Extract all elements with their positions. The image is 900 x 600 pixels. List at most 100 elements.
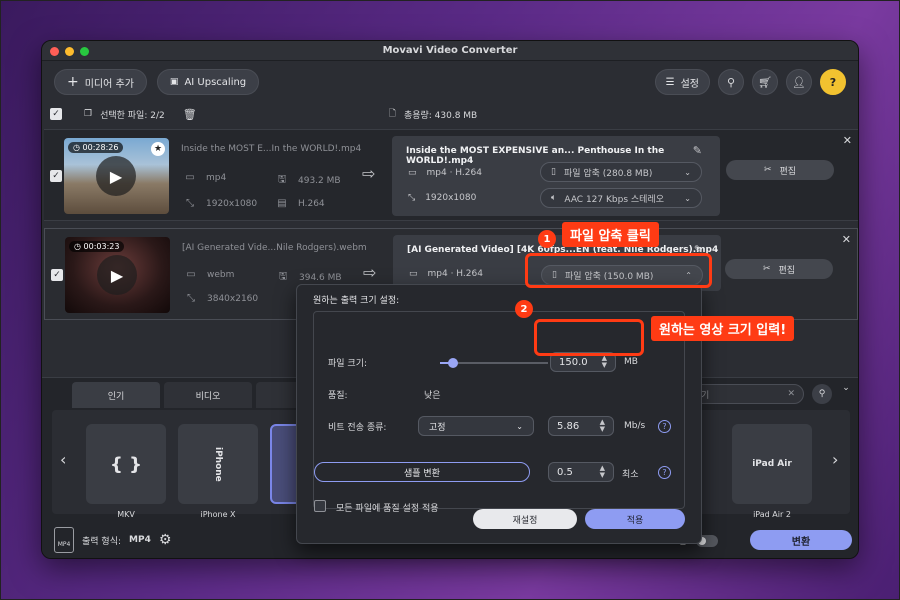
source-codec: ▤ H.264 — [276, 198, 324, 209]
video-thumbnail[interactable]: ◷ 00:28:26 ★ ▶ — [64, 138, 169, 214]
bitrate-unit: Mb/s — [624, 421, 646, 431]
minimize-window-button[interactable] — [65, 47, 74, 56]
stepper-icon[interactable]: ▲ ▼ — [600, 419, 605, 433]
step2-highlight — [534, 319, 644, 356]
compress-dropdown[interactable]: ▯ 파일 압축 (280.8 MB) ⌄ — [540, 162, 702, 182]
stepper-icon[interactable]: ▲ ▼ — [600, 465, 605, 479]
file-checkbox[interactable]: ✓ — [51, 269, 63, 281]
step2-badge: 2 — [515, 300, 533, 318]
play-icon[interactable]: ▶ — [97, 255, 137, 295]
window-title: Movavi Video Converter — [382, 45, 518, 56]
total-file-icon: 🗋︎ — [388, 109, 396, 119]
source-resolution: ⤡ 3840x2160 — [185, 293, 258, 304]
edit-button[interactable]: ✂ 편집 — [725, 259, 833, 279]
gear-icon[interactable]: ⚙ — [159, 532, 172, 548]
tab-popular[interactable]: 인기 — [72, 382, 160, 408]
selection-bar: ✓ ❐ 선택한 파일: 2/2 🗑︎ 🗋︎ 총용량: 430.8 MB — [42, 103, 858, 125]
source-format: ▭ webm — [185, 269, 234, 280]
bitrate-type-select[interactable]: 고정 ⌄ — [418, 416, 534, 436]
search-button[interactable]: ⚲ — [718, 69, 744, 95]
help-icon[interactable]: ? — [658, 466, 671, 479]
sample-length-unit: 최소 — [622, 470, 639, 480]
chevron-down-icon: ⌄ — [842, 383, 850, 393]
apply-all-checkbox[interactable] — [314, 500, 326, 512]
chevron-left-icon[interactable]: ‹ — [60, 450, 66, 469]
play-icon[interactable]: ▶ — [96, 156, 136, 196]
help-button[interactable]: ? — [820, 69, 846, 95]
add-media-button[interactable]: + 미디어 추가 — [54, 69, 147, 95]
format-search-input[interactable]: 기 ✕ — [692, 384, 804, 404]
plus-icon: + — [67, 74, 79, 90]
apply-all-label: 모든 파일에 품질 설정 적용 — [336, 504, 439, 514]
format-card-mkv[interactable]: { } — [86, 424, 166, 504]
clock-icon: ◷ — [74, 242, 84, 251]
files-icon: ❐ — [84, 109, 93, 119]
bitrate-value: 5.86 — [557, 420, 580, 432]
disk-icon: 🖫︎ — [278, 271, 288, 282]
slider-handle[interactable] — [447, 358, 458, 368]
file-size-label: 파일 크기: — [328, 359, 368, 369]
tab-video[interactable]: 비디오 — [164, 382, 252, 408]
iphone-icon: iPhone — [213, 446, 223, 482]
help-icon: ? — [829, 75, 837, 89]
collapse-panel-button[interactable]: ⌄ — [838, 380, 854, 396]
star-icon[interactable]: ★ — [151, 142, 165, 156]
edit-label: 편집 — [778, 265, 796, 276]
settings-button[interactable]: ☰ 설정 — [654, 69, 710, 95]
audio-dropdown[interactable]: 🔈︎ AAC 127 Kbps 스테레오 ⌄ — [540, 188, 702, 208]
edit-label: 편집 — [779, 166, 797, 177]
sample-length-input[interactable]: 0.5 ▲ ▼ — [548, 462, 614, 482]
cart-button[interactable]: 🛒︎ — [752, 69, 778, 95]
format-label: iPad Air 2 — [753, 510, 791, 519]
quality-label: 품질: — [328, 391, 348, 401]
file-size-slider[interactable] — [440, 358, 548, 368]
output-settings: Inside the MOST EXPENSIVE an... Penthous… — [392, 136, 720, 216]
select-all-checkbox[interactable]: ✓ — [50, 108, 62, 120]
remove-file-icon[interactable]: ✕ — [843, 134, 852, 147]
sample-length-value: 0.5 — [557, 466, 573, 478]
video-thumbnail[interactable]: ◷ 00:03:23 ▶ — [65, 237, 170, 313]
step2-label: 원하는 영상 크기 입력! — [651, 316, 795, 341]
ai-upscaling-button[interactable]: ▣ AI Upscaling — [156, 69, 260, 95]
resize-icon: ⤡ — [186, 198, 194, 209]
source-resolution-text: 1920x1080 — [206, 198, 258, 209]
output-resolution: ⤡ 1920x1080 — [408, 193, 476, 203]
format-card-iphone-x[interactable]: iPhone — [178, 424, 258, 504]
chevron-right-icon[interactable]: › — [832, 450, 838, 469]
toolbar-right: ☰ 설정 ⚲ 🛒︎ 👤︎ ? — [654, 69, 846, 95]
video-file-icon: ▭ — [185, 172, 195, 183]
source-filename: [AI Generated Vide...Nile Rodgers).webm — [182, 243, 367, 253]
help-icon[interactable]: ? — [658, 420, 671, 433]
sample-convert-button[interactable]: 샘플 변환 — [314, 462, 530, 482]
account-button[interactable]: 👤︎ — [786, 69, 812, 95]
zoom-window-button[interactable] — [80, 47, 89, 56]
sliders-icon: ☰ — [665, 76, 675, 88]
close-window-button[interactable] — [50, 47, 59, 56]
format-label: MKV — [117, 510, 135, 519]
scissors-icon: ✂ — [763, 165, 772, 175]
format-search-button[interactable]: ⚲ — [812, 384, 832, 404]
format-card-ipad-air-2[interactable]: iPad Air — [732, 424, 812, 504]
clear-icon[interactable]: ✕ — [787, 389, 795, 399]
source-resolution: ⤡ 1920x1080 — [184, 198, 257, 209]
source-format: ▭ mp4 — [184, 172, 226, 183]
edit-button[interactable]: ✂ 편집 — [726, 160, 834, 180]
pencil-icon[interactable]: ✎ — [693, 144, 702, 157]
convert-button[interactable]: 변환 — [750, 530, 852, 550]
search-icon: ⚲ — [818, 389, 826, 399]
step1-label: 파일 압축 클릭 — [562, 222, 659, 247]
reset-button[interactable]: 재설정 — [473, 509, 577, 529]
apply-button[interactable]: 적용 — [585, 509, 685, 529]
output-codec-text: mp4 · H.264 — [426, 168, 482, 178]
source-filename: Inside the MOST E...In the WORLD!.mp4 — [181, 144, 362, 154]
file-checkbox[interactable]: ✓ — [50, 170, 62, 182]
remove-file-icon[interactable]: ✕ — [842, 233, 851, 246]
source-size-text: 394.6 MB — [299, 272, 342, 283]
quality-value: 낮은 — [424, 391, 441, 401]
output-codec: ▭ mp4 · H.264 — [409, 269, 483, 279]
video-file-icon: ▭ — [409, 269, 418, 279]
stepper-icon[interactable]: ▲ ▼ — [602, 355, 607, 369]
output-codec: ▭ mp4 · H.264 — [408, 168, 482, 178]
bitrate-input[interactable]: 5.86 ▲ ▼ — [548, 416, 614, 436]
trash-icon[interactable]: 🗑︎ — [183, 108, 197, 121]
